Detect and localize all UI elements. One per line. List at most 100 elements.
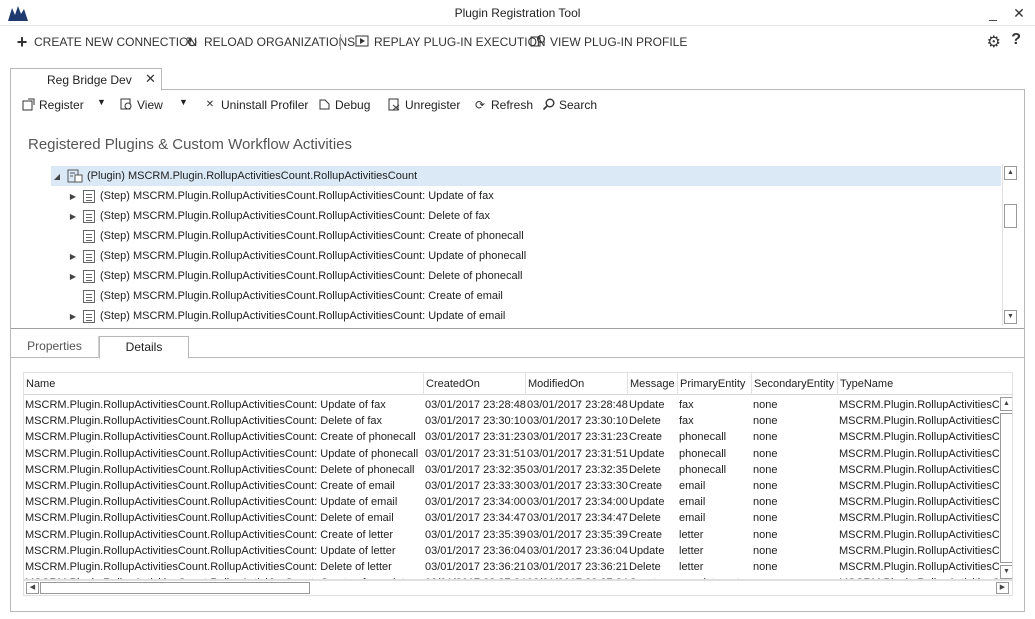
close-icon[interactable]: ✕ xyxy=(145,71,156,87)
tree-node-step[interactable]: ▶ (Step) MSCRM.Plugin.RollupActivitiesCou… xyxy=(67,246,526,266)
cell-message: Delete xyxy=(629,561,661,573)
scroll-down-icon[interactable]: ▼ xyxy=(1000,565,1012,579)
table-row[interactable]: MSCRM.Plugin.RollupActivitiesCount.Rollu… xyxy=(24,413,999,429)
scroll-thumb[interactable] xyxy=(40,582,310,594)
column-header-primaryentity[interactable]: PrimaryEntity xyxy=(678,373,752,395)
register-button[interactable]: Register xyxy=(21,96,84,114)
tree-node-label: (Step) MSCRM.Plugin.RollupActivitiesCoun… xyxy=(100,310,506,322)
cell-modified: 03/01/2017 23:36:04 xyxy=(527,544,628,557)
register-dropdown-icon[interactable]: ▼ xyxy=(97,97,106,107)
tree-node-label: (Plugin) MSCRM.Plugin.RollupActivitiesCo… xyxy=(87,170,418,182)
cell-type: MSCRM.Plugin.RollupActivitiesCount.Rollu… xyxy=(839,463,999,476)
cell-created: 03/01/2017 23:32:35 xyxy=(425,463,526,476)
tree-node-label: (Step) MSCRM.Plugin.RollupActivitiesCoun… xyxy=(100,270,523,282)
details-grid: Name CreatedOn ModifiedOn Message Primar… xyxy=(23,372,1013,580)
view-button[interactable]: View xyxy=(119,96,163,114)
expand-icon[interactable]: ▶ xyxy=(67,272,79,281)
tree-node-step[interactable]: (Step) MSCRM.Plugin.RollupActivitiesCoun… xyxy=(67,226,524,246)
scroll-down-icon[interactable]: ▼ xyxy=(1004,310,1017,324)
tree-node-step[interactable]: ▶ (Step) MSCRM.Plugin.RollupActivitiesCou… xyxy=(67,186,494,206)
debug-button[interactable]: Debug xyxy=(317,96,370,114)
cell-modified: 03/01/2017 23:30:10 xyxy=(527,415,628,428)
scroll-thumb[interactable] xyxy=(1000,413,1012,563)
reload-organizations-button[interactable]: ↻ RELOAD ORGANIZATIONS xyxy=(184,32,355,52)
column-header-typename[interactable]: TypeName xyxy=(838,373,999,395)
table-row[interactable]: MSCRM.Plugin.RollupActivitiesCount.Rollu… xyxy=(24,446,999,462)
cell-primary: email xyxy=(679,480,706,492)
scroll-up-icon[interactable]: ▲ xyxy=(1000,397,1012,411)
unregister-button[interactable]: Unregister xyxy=(387,96,460,114)
column-header-secondaryentity[interactable]: SecondaryEntity xyxy=(752,373,838,395)
column-header-name[interactable]: Name xyxy=(24,373,424,395)
tree-node-step[interactable]: ▶ (Step) MSCRM.Plugin.RollupActivitiesCou… xyxy=(67,206,490,226)
cell-modified: 03/01/2017 23:36:21 xyxy=(527,561,628,573)
scroll-thumb[interactable] xyxy=(1004,204,1017,228)
tab-details[interactable]: Details xyxy=(99,336,189,359)
cell-name: MSCRM.Plugin.RollupActivitiesCount.Rollu… xyxy=(25,496,398,509)
cell-name: MSCRM.Plugin.RollupActivitiesCount.Rollu… xyxy=(25,480,395,492)
step-icon xyxy=(83,289,95,303)
grid-scrollbar[interactable]: ▲ ▼ xyxy=(999,395,1012,579)
cell-name: MSCRM.Plugin.RollupActivitiesCount.Rollu… xyxy=(25,463,415,476)
plugin-tree[interactable]: ◢ (Plugin) MSCRM.Plugin.RollupActivities… xyxy=(11,164,1017,328)
tab-properties[interactable]: Properties xyxy=(11,336,99,358)
replay-execution-button[interactable]: REPLAY PLUG-IN EXECUTION xyxy=(354,32,546,52)
main-toolbar: + CREATE NEW CONNECTION ↻ RELOAD ORGANIZ… xyxy=(0,28,1035,54)
tree-node-step[interactable]: ▶ (Step) MSCRM.Plugin.RollupActivitiesCou… xyxy=(67,266,522,286)
tree-node-plugin[interactable]: ◢ (Plugin) MSCRM.Plugin.RollupActivities… xyxy=(51,166,1001,186)
search-button[interactable]: Search xyxy=(541,96,597,114)
cell-message: Delete xyxy=(629,512,661,525)
tree-node-label: (Step) MSCRM.Plugin.RollupActivitiesCoun… xyxy=(100,190,494,202)
debug-icon xyxy=(317,98,331,112)
gear-icon[interactable]: ⚙ xyxy=(987,32,1001,52)
cell-message: Create xyxy=(629,480,663,492)
profile-icon xyxy=(530,34,546,50)
table-row[interactable]: MSCRM.Plugin.RollupActivitiesCount.Rollu… xyxy=(24,462,999,478)
tree-node-step[interactable]: (Step) MSCRM.Plugin.RollupActivitiesCoun… xyxy=(67,286,503,306)
column-header-message[interactable]: Message xyxy=(628,373,678,395)
cell-primary: letter xyxy=(679,544,704,557)
cell-created: 03/01/2017 23:36:21 xyxy=(425,561,526,573)
table-row[interactable]: MSCRM.Plugin.RollupActivitiesCount.Rollu… xyxy=(24,429,999,445)
create-connection-button[interactable]: + CREATE NEW CONNECTION xyxy=(14,32,197,52)
reload-icon: ↻ xyxy=(186,34,198,50)
grid-horizontal-scrollbar[interactable]: ◀ ▶ xyxy=(23,580,1013,596)
scroll-right-icon[interactable]: ▶ xyxy=(996,582,1009,594)
scroll-left-icon[interactable]: ◀ xyxy=(26,582,39,594)
view-dropdown-icon[interactable]: ▼ xyxy=(179,97,188,107)
expand-icon[interactable]: ▶ xyxy=(67,192,79,201)
table-row[interactable]: MSCRM.Plugin.RollupActivitiesCount.Rollu… xyxy=(24,510,999,526)
close-window-button[interactable]: ✕ xyxy=(1004,3,1034,23)
table-row[interactable]: MSCRM.Plugin.RollupActivitiesCount.Rollu… xyxy=(24,527,999,543)
cell-message: Update xyxy=(629,496,665,509)
tree-node-step[interactable]: ▶ (Step) MSCRM.Plugin.RollupActivitiesCou… xyxy=(67,306,505,326)
cell-secondary: none xyxy=(753,399,778,411)
tree-node-label: (Step) MSCRM.Plugin.RollupActivitiesCoun… xyxy=(100,290,503,302)
help-icon[interactable]: ? xyxy=(1011,31,1021,49)
table-row[interactable]: MSCRM.Plugin.RollupActivitiesCount.Rollu… xyxy=(24,494,999,510)
panel-splitter[interactable] xyxy=(11,328,1024,329)
table-row[interactable]: MSCRM.Plugin.RollupActivitiesCount.Rollu… xyxy=(24,397,999,413)
view-profile-label: VIEW PLUG-IN PROFILE xyxy=(550,35,688,49)
cell-modified: 03/01/2017 23:32:35 xyxy=(527,463,628,476)
table-row[interactable]: MSCRM.Plugin.RollupActivitiesCount.Rollu… xyxy=(24,543,999,559)
expand-icon[interactable]: ▶ xyxy=(67,252,79,261)
table-row[interactable]: MSCRM.Plugin.RollupActivitiesCount.Rollu… xyxy=(24,559,999,575)
scroll-up-icon[interactable]: ▲ xyxy=(1004,166,1017,180)
uninstall-profiler-button[interactable]: ✕ Uninstall Profiler xyxy=(203,96,309,114)
collapse-icon[interactable]: ◢ xyxy=(51,172,63,181)
view-profile-button[interactable]: VIEW PLUG-IN PROFILE xyxy=(530,32,687,52)
plus-icon: + xyxy=(16,32,28,52)
table-row[interactable]: MSCRM.Plugin.RollupActivitiesCount.Rollu… xyxy=(24,478,999,494)
tree-scrollbar[interactable]: ▲ ▼ xyxy=(1002,164,1017,326)
tab-reg-bridge-dev[interactable]: Reg Bridge Dev ✕ xyxy=(10,68,162,91)
window-title: Plugin Registration Tool xyxy=(454,6,581,20)
refresh-button[interactable]: ⟳ Refresh xyxy=(473,96,533,114)
expand-icon[interactable]: ▶ xyxy=(67,312,79,321)
column-header-modifiedon[interactable]: ModifiedOn xyxy=(526,373,628,395)
step-icon xyxy=(83,229,95,243)
cell-secondary: none xyxy=(753,544,778,557)
column-header-createdon[interactable]: CreatedOn xyxy=(424,373,526,395)
uninstall-profiler-label: Uninstall Profiler xyxy=(221,98,309,112)
expand-icon[interactable]: ▶ xyxy=(67,212,79,221)
